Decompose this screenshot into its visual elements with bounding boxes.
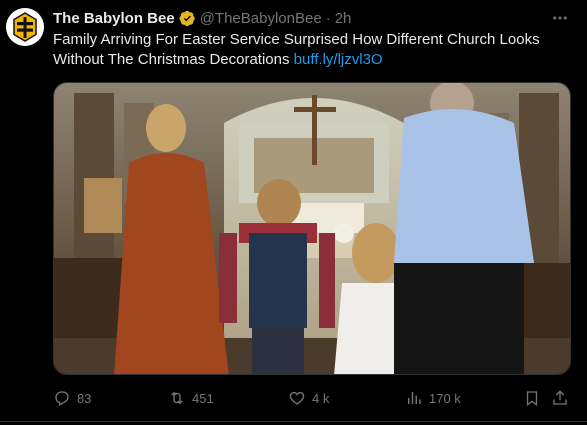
author-name[interactable]: The Babylon Bee: [53, 10, 175, 27]
more-options-icon[interactable]: [548, 8, 572, 28]
church-family-photo: [54, 83, 570, 374]
repost-button[interactable]: 451: [168, 388, 214, 408]
reply-count: 83: [77, 390, 92, 406]
repost-count: 451: [192, 390, 214, 406]
like-button[interactable]: 4 k: [288, 388, 329, 408]
share-button[interactable]: [551, 388, 575, 408]
tweet-time[interactable]: 2h: [335, 10, 352, 27]
tweet-text: Family Arriving For Easter Service Surpr…: [53, 30, 573, 70]
author-avatar[interactable]: [6, 8, 44, 46]
bookmark-button[interactable]: [523, 388, 547, 408]
views-count: 170 k: [429, 390, 461, 406]
reply-button[interactable]: 83: [53, 388, 91, 408]
analytics-icon: [408, 392, 421, 404]
views-button[interactable]: 170 k: [405, 388, 461, 408]
babylon-bee-logo-icon: [6, 8, 44, 46]
tweet-card[interactable]: The Babylon Bee @TheBabylonBee · 2h Fami…: [0, 0, 587, 425]
tweet-photo[interactable]: [53, 82, 571, 375]
reply-icon: [55, 391, 69, 406]
heart-icon: [289, 391, 305, 405]
separator-dot: ·: [325, 9, 331, 27]
like-count: 4 k: [312, 390, 330, 406]
tweet-divider: [0, 421, 587, 422]
bookmark-icon: [526, 391, 538, 407]
tweet-actions: 83 451 4 k 170 k: [53, 388, 573, 408]
tweet-header: The Babylon Bee @TheBabylonBee · 2h: [53, 9, 351, 27]
repost-icon: [171, 391, 183, 405]
verified-badge-icon[interactable]: [179, 10, 196, 27]
share-icon: [553, 390, 567, 405]
author-handle[interactable]: @TheBabylonBee: [200, 10, 322, 27]
tweet-link[interactable]: buff.ly/ljzvl3O: [294, 51, 383, 68]
